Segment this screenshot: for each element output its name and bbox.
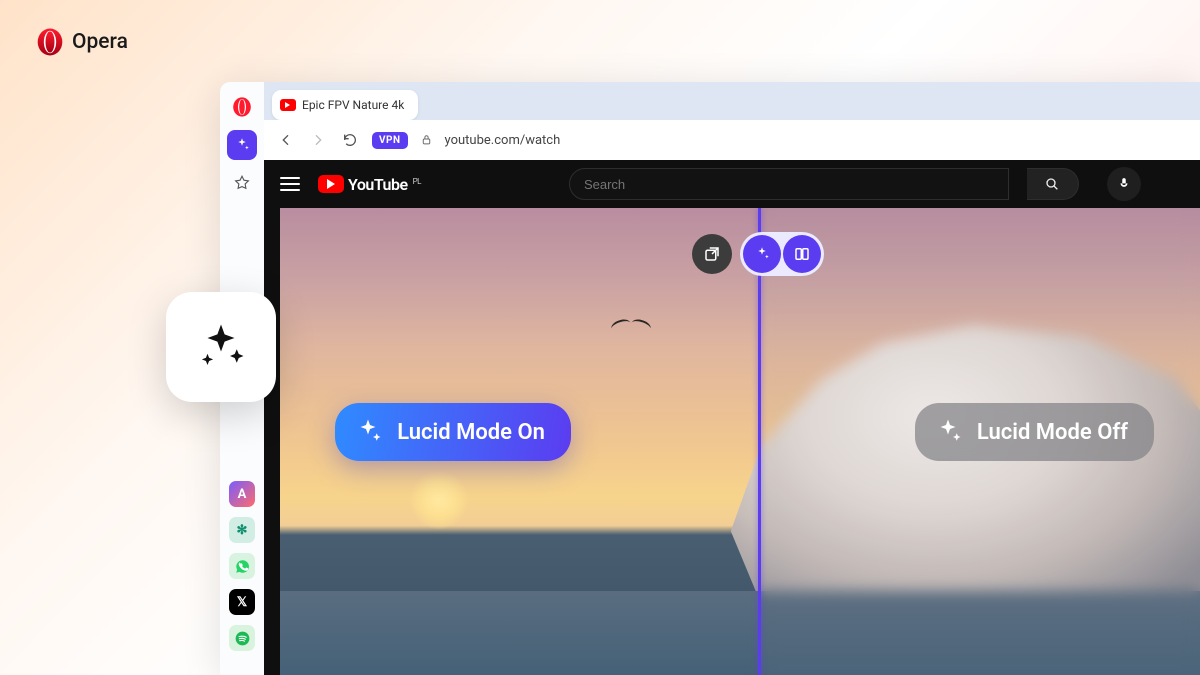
youtube-search-button[interactable]	[1027, 168, 1079, 200]
nav-back-button[interactable]	[276, 130, 296, 150]
sparkle-icon	[753, 245, 771, 263]
youtube-favicon-icon	[280, 99, 296, 111]
browser-window: A ✻ 𝕏 Epic FPV Nature 4k VPN youtube.com…	[220, 82, 1200, 675]
opera-logo-icon	[36, 28, 64, 56]
sidebar-app-aria[interactable]: A	[229, 481, 255, 507]
lucid-mode-feature-card	[166, 292, 276, 402]
address-bar: VPN youtube.com/watch	[264, 120, 1200, 160]
opera-brand: Opera	[36, 28, 128, 56]
youtube-play-icon	[318, 175, 344, 193]
lucid-sparkle-button[interactable]	[743, 235, 781, 273]
youtube-header: YouTube PL	[264, 160, 1200, 208]
lucid-on-label: Lucid Mode On	[397, 420, 545, 445]
lucid-mode-on-pill[interactable]: Lucid Mode On	[335, 403, 571, 461]
sidebar-app-chatgpt[interactable]: ✻	[229, 517, 255, 543]
lucid-mode-off-pill[interactable]: Lucid Mode Off	[915, 403, 1154, 461]
sidebar-opera-icon[interactable]	[227, 92, 257, 122]
nav-forward-button[interactable]	[308, 130, 328, 150]
hamburger-menu-icon[interactable]	[280, 177, 300, 191]
sparkle-icon	[353, 417, 383, 447]
popout-button[interactable]	[692, 234, 732, 274]
microphone-icon	[1117, 177, 1131, 191]
youtube-region: PL	[413, 177, 421, 186]
lucid-off-label: Lucid Mode Off	[977, 420, 1128, 445]
search-icon	[1044, 176, 1060, 192]
sidebar-app-whatsapp[interactable]	[229, 553, 255, 579]
vpn-badge[interactable]: VPN	[372, 132, 408, 149]
nav-reload-button[interactable]	[340, 130, 360, 150]
sidebar-app-x[interactable]: 𝕏	[229, 589, 255, 615]
bird-icon	[611, 320, 651, 334]
tab-title: Epic FPV Nature 4k	[302, 98, 404, 112]
video-overlay-controls	[692, 232, 824, 276]
video-player[interactable]: Lucid Mode On Lucid Mode Off	[280, 208, 1200, 675]
split-view-icon	[793, 245, 811, 263]
sparkle-icon	[194, 320, 248, 374]
browser-tab[interactable]: Epic FPV Nature 4k	[272, 90, 418, 120]
sidebar-lucid-mode-button[interactable]	[227, 130, 257, 160]
sidebar-app-spotify[interactable]	[229, 625, 255, 651]
youtube-search-box[interactable]	[569, 168, 1009, 200]
lock-icon	[420, 131, 433, 150]
tab-strip: Epic FPV Nature 4k	[264, 82, 1200, 120]
youtube-logo-text: YouTube	[348, 175, 408, 194]
popout-icon	[703, 245, 721, 263]
sparkle-icon	[933, 417, 963, 447]
url-text[interactable]: youtube.com/watch	[445, 133, 561, 148]
youtube-voice-search-button[interactable]	[1107, 167, 1141, 201]
youtube-logo[interactable]: YouTube PL	[318, 175, 421, 194]
sidebar-bookmarks-icon[interactable]	[227, 168, 257, 198]
lucid-compare-button[interactable]	[783, 235, 821, 273]
comparison-divider[interactable]	[758, 208, 761, 675]
page-content: YouTube PL	[264, 160, 1200, 675]
opera-brand-text: Opera	[72, 30, 128, 54]
youtube-search-input[interactable]	[584, 177, 994, 192]
